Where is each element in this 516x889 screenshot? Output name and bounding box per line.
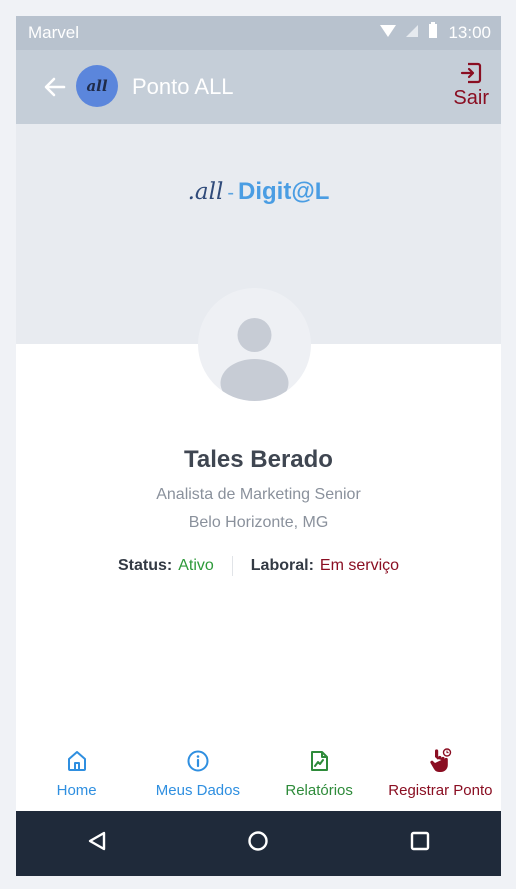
brand-all-text: .all (187, 179, 224, 205)
app-logo-text: all (86, 77, 108, 95)
bottom-tab-bar: Home Meus Dados Relatórios Registrar Pon… (16, 738, 501, 810)
nav-recents-button[interactable] (390, 814, 450, 874)
tab-home[interactable]: Home (16, 738, 137, 810)
nav-back-button[interactable] (67, 814, 127, 874)
labor-value: Em serviço (319, 557, 400, 574)
status-row: Status: Ativo Laboral: Em serviço (16, 556, 501, 576)
clock-time: 13:00 (448, 22, 491, 42)
user-name: Tales Berado (184, 446, 333, 473)
user-role: Analista de Marketing Senior (156, 486, 361, 503)
hand-clock-icon (427, 748, 453, 774)
status-divider (231, 556, 233, 576)
user-location: Belo Horizonte, MG (188, 514, 329, 531)
circle-home-icon (247, 830, 269, 857)
nav-home-button[interactable] (228, 814, 288, 874)
status-label: Status: (117, 557, 173, 574)
brand-digital-text: Digit@L (238, 178, 330, 205)
avatar (198, 288, 311, 401)
brand-dash: - (227, 182, 235, 204)
info-icon (185, 748, 211, 774)
status-value: Ativo (178, 557, 214, 574)
app-title: Ponto ALL (132, 74, 234, 99)
status-bar: Marvel 13:00 (16, 16, 501, 50)
status-icons: 13:00 (380, 22, 491, 43)
brand-logo: .all - Digit@L (16, 178, 501, 206)
tab-home-label: Home (56, 782, 97, 799)
tab-registrar-ponto[interactable]: Registrar Ponto (380, 738, 501, 810)
arrow-left-icon (40, 77, 70, 106)
tab-meus-dados[interactable]: Meus Dados (137, 738, 258, 810)
back-button[interactable] (40, 72, 70, 102)
triangle-back-icon (86, 830, 108, 857)
logout-button[interactable]: Sair (453, 62, 489, 110)
carrier-name: Marvel (28, 23, 80, 42)
android-nav-bar (16, 811, 501, 876)
logout-label: Sair (453, 87, 489, 109)
wifi-icon (380, 23, 397, 43)
signal-icon (406, 23, 419, 43)
home-icon (64, 748, 90, 774)
app-logo: all (76, 65, 118, 107)
tab-meus-dados-label: Meus Dados (155, 782, 240, 799)
report-icon (306, 748, 332, 774)
tab-registrar-ponto-label: Registrar Ponto (388, 782, 493, 799)
user-avatar-icon (198, 318, 311, 401)
tab-relatorios[interactable]: Relatórios (259, 738, 380, 810)
battery-icon (428, 22, 438, 43)
app-bar: all Ponto ALL Sair (16, 50, 501, 124)
square-recents-icon (409, 830, 431, 857)
logout-icon (460, 62, 482, 88)
labor-label: Laboral: (250, 557, 314, 574)
phone-screen: Marvel 13:00 all Ponto ALL Sair .all - D… (16, 16, 501, 876)
tab-relatorios-label: Relatórios (285, 782, 353, 799)
